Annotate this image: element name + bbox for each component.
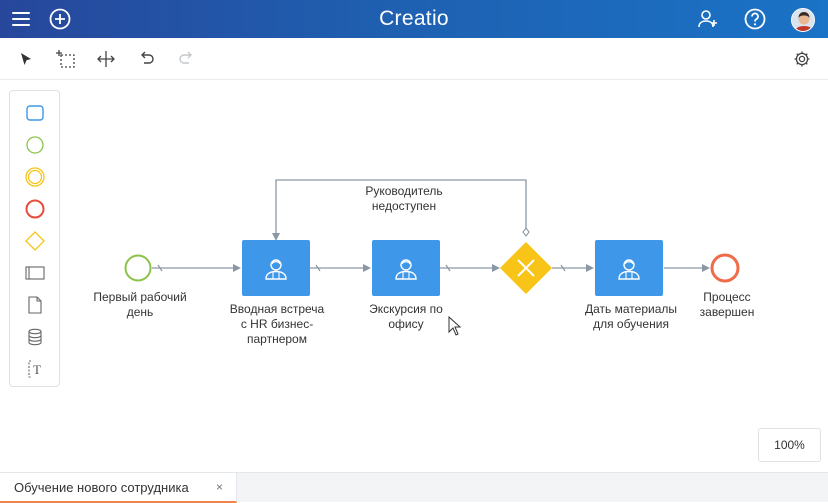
lasso-select-icon[interactable] <box>55 48 77 70</box>
top-bar: Creatio <box>0 0 828 38</box>
task2-label: Экскурсия по офису <box>369 302 443 331</box>
pointer-icon[interactable] <box>15 48 37 70</box>
user-task-office-tour[interactable] <box>372 240 440 296</box>
tab-bar: Обучение нового сотрудника × <box>0 472 828 503</box>
task3-label: Дать материалы для обучения <box>585 302 677 331</box>
loop-flow-label: Руководитель недоступен <box>365 184 443 213</box>
add-user-icon[interactable] <box>695 6 721 32</box>
end-event-label: Процесс завершен <box>699 290 755 319</box>
designer-toolbar <box>0 38 828 80</box>
diagram-canvas[interactable]: Первый рабочий день Вводная встреча с HR б… <box>0 80 828 472</box>
user-avatar[interactable] <box>791 8 815 32</box>
gear-icon[interactable] <box>791 48 813 70</box>
user-task-icon <box>395 259 417 280</box>
task1-label: Вводная встреча с HR бизнес-партнером <box>229 302 325 346</box>
user-task-icon <box>618 259 640 280</box>
help-icon[interactable] <box>742 6 768 32</box>
undo-icon[interactable] <box>136 48 158 70</box>
tab-label: Обучение нового сотрудника <box>14 480 189 495</box>
space-tool-icon[interactable] <box>95 48 117 70</box>
end-event <box>710 253 740 283</box>
tab-new-employee-training[interactable]: Обучение нового сотрудника × <box>0 473 237 503</box>
tab-close-icon[interactable]: × <box>216 480 223 494</box>
user-task-icon <box>265 259 287 280</box>
start-event <box>124 254 152 282</box>
redo-icon[interactable] <box>175 48 197 70</box>
user-task-training-materials[interactable] <box>595 240 663 296</box>
user-task-hr-meeting[interactable] <box>242 240 310 296</box>
mouse-cursor-icon <box>448 316 462 336</box>
start-event-label: Первый рабочий день <box>93 290 187 319</box>
zoom-level[interactable]: 100% <box>758 428 821 462</box>
